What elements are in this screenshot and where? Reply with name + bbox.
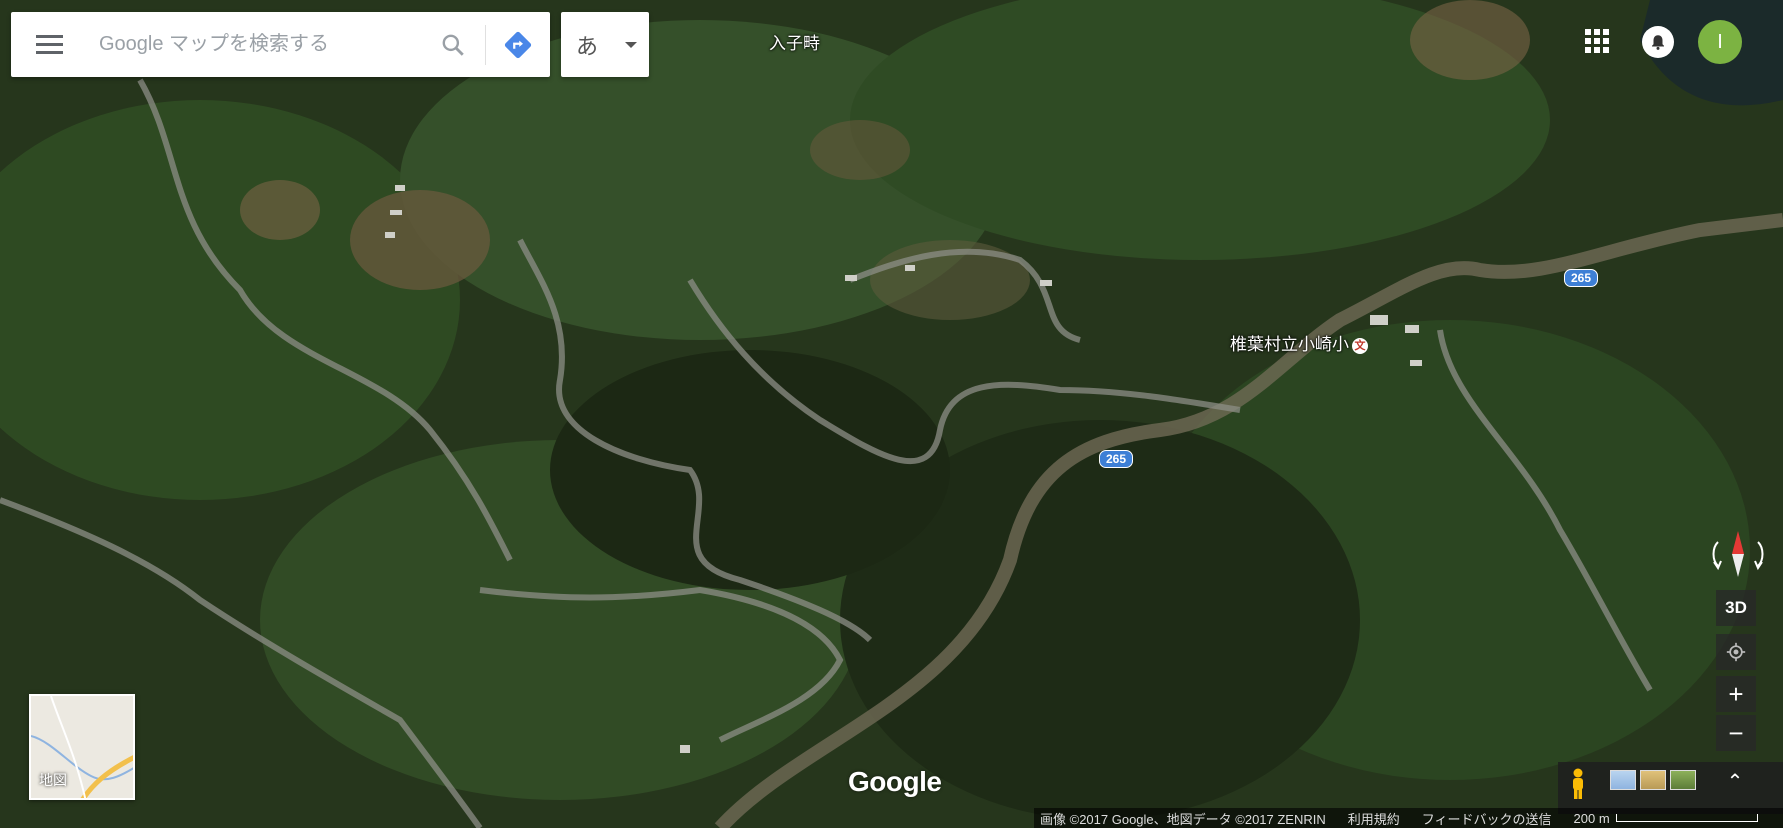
school-icon: 文: [1352, 337, 1368, 354]
imagery-thumbnails: [1610, 770, 1696, 790]
school-label-text: 椎葉村立小崎小: [1230, 335, 1349, 354]
account-avatar[interactable]: I: [1698, 20, 1742, 64]
send-feedback-link[interactable]: フィードバックの送信: [1422, 809, 1552, 828]
notifications-button[interactable]: [1642, 26, 1674, 58]
input-method-selector[interactable]: あ: [561, 12, 649, 77]
search-icon: [442, 34, 464, 56]
traffic-layer-thumb[interactable]: [1610, 770, 1636, 790]
search-input[interactable]: [87, 24, 421, 65]
expand-up-icon[interactable]: ⌃: [1723, 770, 1747, 794]
search-box: [11, 12, 550, 77]
location-target-icon: [1726, 642, 1746, 662]
menu-button[interactable]: [11, 12, 87, 77]
zoom-in-button[interactable]: +: [1716, 676, 1756, 712]
pegman-icon[interactable]: [1567, 768, 1589, 800]
tilt-3d-button[interactable]: 3D: [1716, 590, 1756, 626]
map-layer-label: 地図: [39, 772, 67, 788]
search-button[interactable]: [421, 12, 485, 77]
terms-link[interactable]: 利用規約: [1348, 809, 1400, 828]
chevron-down-icon: [625, 41, 637, 48]
scale-label: 200 m: [1573, 810, 1610, 826]
satellite-map[interactable]: [0, 0, 1783, 828]
apps-grid-icon[interactable]: [1582, 26, 1612, 56]
footer-bar: 画像 ©2017 Google、地図データ ©2017 ZENRIN 利用規約 …: [1034, 808, 1783, 828]
compass-icon[interactable]: [1706, 528, 1770, 580]
directions-icon: [504, 31, 532, 58]
input-method-label: あ: [575, 34, 598, 60]
bell-icon: [1652, 35, 1664, 50]
imagery-attribution: 画像 ©2017 Google、地図データ ©2017 ZENRIN: [1040, 811, 1326, 827]
satellite-layer-thumb[interactable]: [1670, 770, 1696, 790]
scale-line: [1615, 814, 1758, 822]
map-label-village[interactable]: 入子畤: [769, 29, 820, 54]
route-shield[interactable]: 265: [1099, 450, 1134, 468]
terrain-layer-thumb[interactable]: [1640, 770, 1666, 790]
google-logo: Google: [848, 766, 942, 797]
map-layer-toggle[interactable]: 地図: [29, 694, 135, 800]
directions-button[interactable]: [486, 12, 550, 77]
my-location-button[interactable]: [1716, 634, 1756, 670]
map-label-school[interactable]: 椎葉村立小崎小文: [1230, 330, 1368, 355]
hamburger-icon: [35, 34, 63, 55]
zoom-out-button[interactable]: −: [1716, 715, 1756, 751]
scale-bar[interactable]: 200 m: [1574, 811, 1758, 826]
route-shield[interactable]: 265: [1564, 269, 1599, 287]
